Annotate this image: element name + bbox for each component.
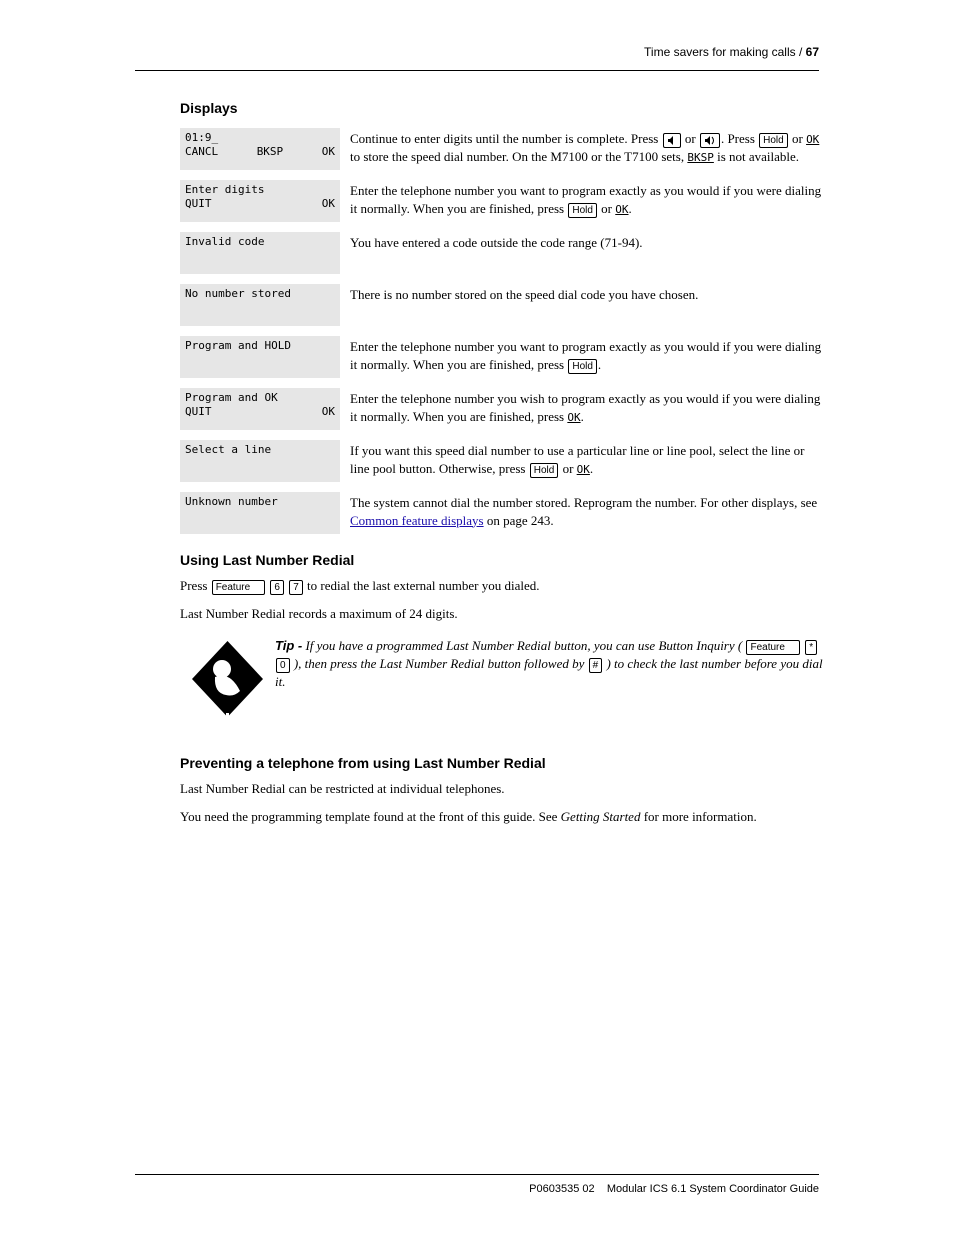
display-row: Program and HOLD Enter the telephone num… — [180, 336, 824, 378]
lcd-bksp: BKSP — [257, 145, 284, 159]
lcd-screen: Enter digits QUIT OK — [180, 180, 340, 222]
lcd-quit: QUIT — [185, 405, 212, 419]
display-description: Enter the telephone number you want to p… — [350, 336, 824, 374]
hold-key: Hold — [568, 359, 597, 374]
hold-key: Hold — [530, 463, 559, 478]
speaker-icon — [663, 133, 681, 148]
lcd-screen: Select a line — [180, 440, 340, 482]
lcd-line1: No number stored — [185, 287, 335, 301]
top-rule — [135, 70, 819, 71]
breadcrumb: Time savers for making calls / — [644, 45, 802, 59]
bksp-softkey: BKSP — [687, 151, 714, 164]
display-row: Invalid code You have entered a code out… — [180, 232, 824, 274]
page-number: 67 — [806, 45, 819, 59]
display-row: No number stored There is no number stor… — [180, 284, 824, 326]
feature-key: Feature — [212, 580, 265, 595]
star-key: * — [805, 640, 817, 655]
ok-softkey: OK — [577, 463, 590, 476]
last-number-para2: Last Number Redial records a maximum of … — [180, 604, 824, 624]
display-description: Enter the telephone number you want to p… — [350, 180, 824, 218]
display-row: Program and OK QUIT OK Enter the telepho… — [180, 388, 824, 430]
lcd-screen: Program and OK QUIT OK — [180, 388, 340, 430]
lcd-line1: Enter digits — [185, 183, 335, 197]
lcd-line1: Unknown number — [185, 495, 335, 509]
lcd-cancel: CANCL — [185, 145, 218, 159]
prevent-heading: Preventing a telephone from using Last N… — [180, 755, 824, 771]
display-description: There is no number stored on the speed d… — [350, 284, 824, 304]
hold-key: Hold — [759, 133, 788, 148]
lcd-screen: No number stored — [180, 284, 340, 326]
hold-key: Hold — [568, 203, 597, 218]
lcd-ok: OK — [322, 197, 335, 211]
lcd-line1: Program and HOLD — [185, 339, 335, 353]
lcd-line1: Program and OK — [185, 391, 335, 405]
feature-key: Feature — [746, 640, 799, 655]
lcd-line1: Invalid code — [185, 235, 335, 249]
displays-heading: Displays — [180, 100, 824, 116]
lcd-ok: OK — [322, 145, 335, 159]
display-description: The system cannot dial the number stored… — [350, 492, 824, 529]
tip-text: Tip - If you have a programmed Last Numb… — [275, 637, 824, 691]
display-row: Enter digits QUIT OK Enter the telephone… — [180, 180, 824, 222]
prevent-para: Last Number Redial can be restricted at … — [180, 779, 824, 799]
tip-block: Tip - If you have a programmed Last Numb… — [180, 637, 824, 731]
digit-key-7: 7 — [289, 580, 303, 595]
lcd-line1: Select a line — [185, 443, 335, 457]
lcd-screen: Program and HOLD — [180, 336, 340, 378]
display-description: Enter the telephone number you wish to p… — [350, 388, 824, 425]
prevent-para2: You need the programming template found … — [180, 807, 824, 827]
hash-key: # — [589, 658, 603, 673]
speaker-icon — [700, 133, 720, 148]
lcd-screen: Unknown number — [180, 492, 340, 534]
footer-code: P0603535 02 — [529, 1183, 594, 1195]
lcd-screen: 01:9_ CANCL BKSP OK — [180, 128, 340, 170]
display-description: Continue to enter digits until the numbe… — [350, 128, 824, 166]
digit-key-5: 6 — [270, 580, 284, 595]
getting-started-ref: Getting Started — [561, 809, 641, 824]
lcd-ok: OK — [322, 405, 335, 419]
ok-softkey: OK — [615, 203, 628, 216]
footer-title: Modular ICS 6.1 System Coordinator Guide — [607, 1183, 819, 1195]
zero-key: 0 — [276, 658, 290, 673]
display-row: Select a line If you want this speed dia… — [180, 440, 824, 482]
footer: P0603535 02 Modular ICS 6.1 System Coord… — [529, 1183, 819, 1195]
lcd-screen: Invalid code — [180, 232, 340, 274]
last-number-para: Press Feature 6 7 to redial the last ext… — [180, 576, 824, 596]
display-description: You have entered a code outside the code… — [350, 232, 824, 252]
ok-softkey: OK — [806, 133, 819, 146]
display-description: If you want this speed dial number to us… — [350, 440, 824, 478]
last-number-heading: Using Last Number Redial — [180, 552, 824, 568]
display-row: Unknown number The system cannot dial th… — [180, 492, 824, 534]
tip-label: Tip - — [275, 638, 302, 653]
ok-softkey: OK — [567, 411, 580, 424]
tip-icon — [180, 637, 275, 731]
bottom-rule — [135, 1174, 819, 1175]
display-row: 01:9_ CANCL BKSP OK Continue to enter di… — [180, 128, 824, 170]
lcd-line1: 01:9_ — [185, 131, 335, 145]
common-displays-link[interactable]: Common feature displays — [350, 513, 484, 528]
lcd-quit: QUIT — [185, 197, 212, 211]
page-header: Time savers for making calls / 67 — [644, 45, 819, 59]
